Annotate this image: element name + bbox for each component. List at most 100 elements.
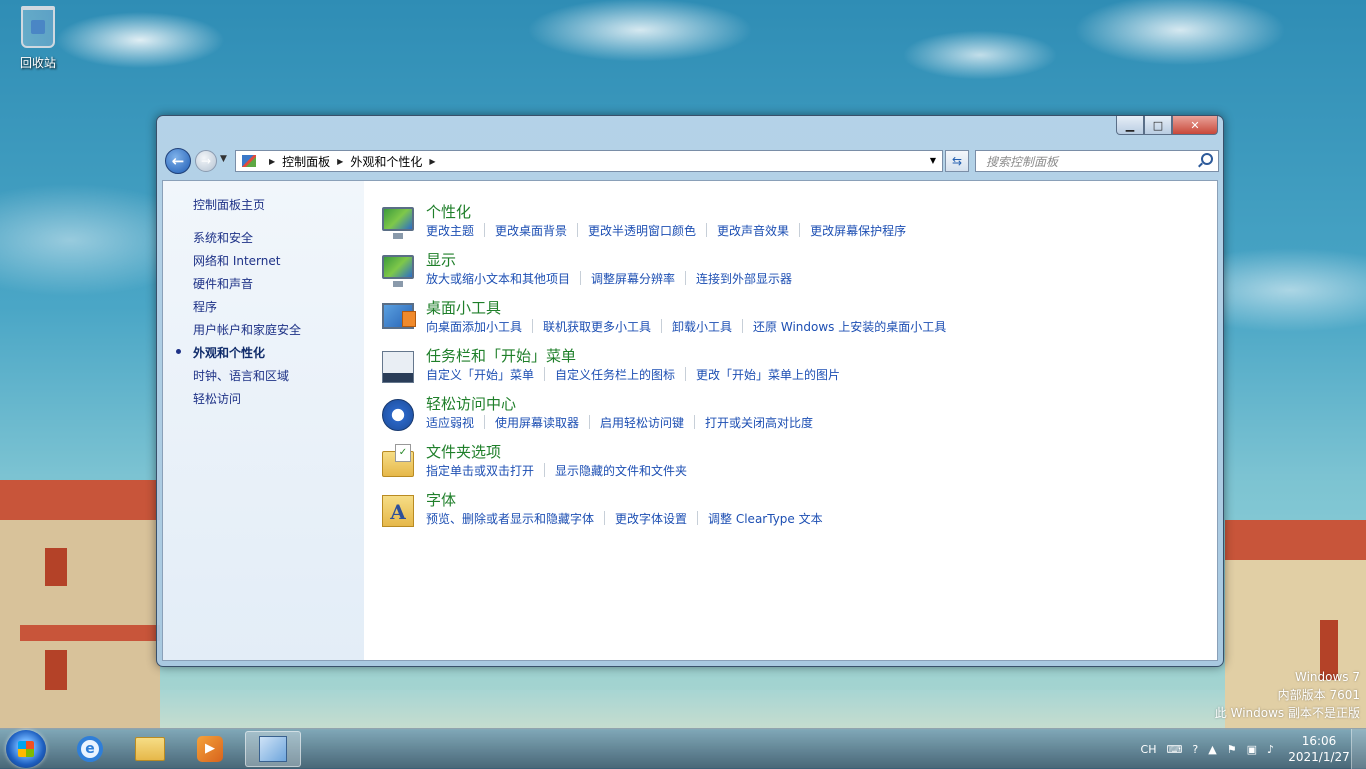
gadgets-icon[interactable] <box>382 303 416 329</box>
nav-user-accounts[interactable]: 用户帐户和家庭安全 <box>193 321 301 338</box>
link[interactable]: 放大或缩小文本和其他项目 <box>426 270 570 287</box>
taskbar-icon[interactable] <box>382 351 414 383</box>
minimize-button[interactable]: ▁ <box>1116 116 1144 135</box>
link[interactable]: 自定义「开始」菜单 <box>426 366 534 383</box>
close-button[interactable]: ✕ <box>1172 116 1218 135</box>
system-tray: CH ⌨ ? ▲ ⚑ ▣ ♪ 16:06 2021/1/27 <box>1136 729 1366 769</box>
link[interactable]: 更改桌面背景 <box>495 222 567 239</box>
wallpaper-shutter <box>45 650 67 690</box>
link[interactable]: 指定单击或双击打开 <box>426 462 534 479</box>
taskbar-internet-explorer[interactable]: e <box>62 731 118 767</box>
nav-clock-language-region[interactable]: 时钟、语言和区域 <box>193 367 289 384</box>
divider <box>580 271 582 285</box>
address-bar[interactable]: ▶ 控制面板 ▶ 外观和个性化 ▶ ▼ <box>235 150 943 172</box>
search-input[interactable] <box>984 152 1198 172</box>
divider <box>604 511 606 525</box>
taskbar-control-panel[interactable] <box>245 731 301 767</box>
breadcrumb-appearance[interactable]: 外观和个性化 <box>350 153 422 170</box>
desktop-icon-recycle-bin[interactable]: 回收站 <box>8 6 68 71</box>
watermark-line: Windows 7 <box>1294 670 1360 684</box>
watermark-line: 此 Windows 副本不是正版 <box>1214 706 1360 720</box>
category-title[interactable]: 轻松访问中心 <box>426 393 516 414</box>
show-desktop-button[interactable] <box>1351 729 1366 769</box>
link[interactable]: 调整 ClearType 文本 <box>708 510 823 527</box>
back-button[interactable]: ← <box>165 148 191 174</box>
maximize-button[interactable]: □ <box>1144 116 1172 135</box>
refresh-button[interactable]: ⇆ <box>945 150 969 172</box>
help-icon[interactable]: ? <box>1192 743 1198 756</box>
personalization-icon[interactable] <box>382 207 414 239</box>
search-icon[interactable] <box>1201 153 1213 165</box>
forward-button[interactable]: → <box>195 150 217 172</box>
language-indicator[interactable]: CH <box>1141 743 1157 756</box>
category-title[interactable]: 字体 <box>426 489 456 510</box>
divider <box>577 223 579 237</box>
nav-ease-of-access[interactable]: 轻松访问 <box>193 390 241 407</box>
category-title[interactable]: 显示 <box>426 249 456 270</box>
link[interactable]: 联机获取更多小工具 <box>543 318 651 335</box>
chevron-right-icon[interactable]: ▶ <box>429 157 435 166</box>
link[interactable]: 卸载小工具 <box>672 318 732 335</box>
category-title[interactable]: 任务栏和「开始」菜单 <box>426 345 576 366</box>
search-box[interactable] <box>975 150 1219 172</box>
current-item-bullet <box>176 349 181 354</box>
category-links: 放大或缩小文本和其他项目 调整屏幕分辨率 连接到外部显示器 <box>426 270 792 287</box>
nav-programs[interactable]: 程序 <box>193 298 217 315</box>
link[interactable]: 更改屏幕保护程序 <box>810 222 906 239</box>
link[interactable]: 预览、删除或者显示和隐藏字体 <box>426 510 594 527</box>
link[interactable]: 更改主题 <box>426 222 474 239</box>
link[interactable]: 更改半透明窗口颜色 <box>588 222 696 239</box>
recent-pages-dropdown[interactable]: ▼ <box>220 154 227 164</box>
category-title[interactable]: 桌面小工具 <box>426 297 501 318</box>
link[interactable]: 连接到外部显示器 <box>696 270 792 287</box>
folder-options-icon[interactable] <box>382 444 414 477</box>
category-title[interactable]: 文件夹选项 <box>426 441 501 462</box>
nav-system-security[interactable]: 系统和安全 <box>193 229 253 246</box>
chevron-down-icon[interactable]: ▼ <box>930 156 936 165</box>
link[interactable]: 更改字体设置 <box>615 510 687 527</box>
divider <box>484 223 486 237</box>
breadcrumb-control-panel[interactable]: 控制面板 <box>282 153 330 170</box>
divider <box>544 367 546 381</box>
link[interactable]: 更改声音效果 <box>717 222 789 239</box>
arrow-left-icon: ← <box>171 152 185 170</box>
clock-date: 2021/1/27 <box>1288 750 1350 764</box>
wallpaper-shutter <box>45 548 67 586</box>
action-center-flag-icon[interactable]: ⚑ <box>1227 743 1237 756</box>
category-links: 预览、删除或者显示和隐藏字体 更改字体设置 调整 ClearType 文本 <box>426 510 823 527</box>
link[interactable]: 显示隐藏的文件和文件夹 <box>555 462 687 479</box>
divider <box>685 271 687 285</box>
tray-expand-icon[interactable]: ▲ <box>1208 743 1216 756</box>
chevron-right-icon[interactable]: ▶ <box>337 157 343 166</box>
divider <box>742 319 744 333</box>
link[interactable]: 适应弱视 <box>426 414 474 431</box>
nav-hardware-sound[interactable]: 硬件和声音 <box>193 275 253 292</box>
category-links: 指定单击或双击打开 显示隐藏的文件和文件夹 <box>426 462 687 479</box>
recycle-bin-icon <box>21 6 55 48</box>
taskbar-media-player[interactable]: ▶ <box>182 731 238 767</box>
nav-control-panel-home[interactable]: 控制面板主页 <box>193 196 265 213</box>
taskbar-windows-explorer[interactable] <box>122 731 178 767</box>
link[interactable]: 调整屏幕分辨率 <box>591 270 675 287</box>
link[interactable]: 自定义任务栏上的图标 <box>555 366 675 383</box>
keyboard-icon[interactable]: ⌨ <box>1166 743 1182 756</box>
network-icon[interactable]: ▣ <box>1247 743 1257 756</box>
fonts-icon[interactable]: A <box>382 495 414 527</box>
chevron-right-icon[interactable]: ▶ <box>269 157 275 166</box>
display-icon[interactable] <box>382 255 414 287</box>
link[interactable]: 启用轻松访问键 <box>600 414 684 431</box>
nav-network-internet[interactable]: 网络和 Internet <box>193 252 280 269</box>
clock[interactable]: 16:06 2021/1/27 <box>1287 733 1351 765</box>
ease-of-access-icon[interactable] <box>382 399 414 431</box>
link[interactable]: 更改「开始」菜单上的图片 <box>696 366 840 383</box>
start-button[interactable] <box>6 730 46 768</box>
link[interactable]: 打开或关闭高对比度 <box>705 414 813 431</box>
link[interactable]: 使用屏幕读取器 <box>495 414 579 431</box>
nav-appearance-personalization[interactable]: 外观和个性化 <box>193 344 265 361</box>
category-title[interactable]: 个性化 <box>426 201 471 222</box>
category-links: 更改主题 更改桌面背景 更改半透明窗口颜色 更改声音效果 更改屏幕保护程序 <box>426 222 906 239</box>
volume-icon[interactable]: ♪ <box>1267 743 1274 756</box>
caption-buttons: ▁ □ ✕ <box>1116 116 1218 135</box>
link[interactable]: 向桌面添加小工具 <box>426 318 522 335</box>
link[interactable]: 还原 Windows 上安装的桌面小工具 <box>753 318 946 335</box>
